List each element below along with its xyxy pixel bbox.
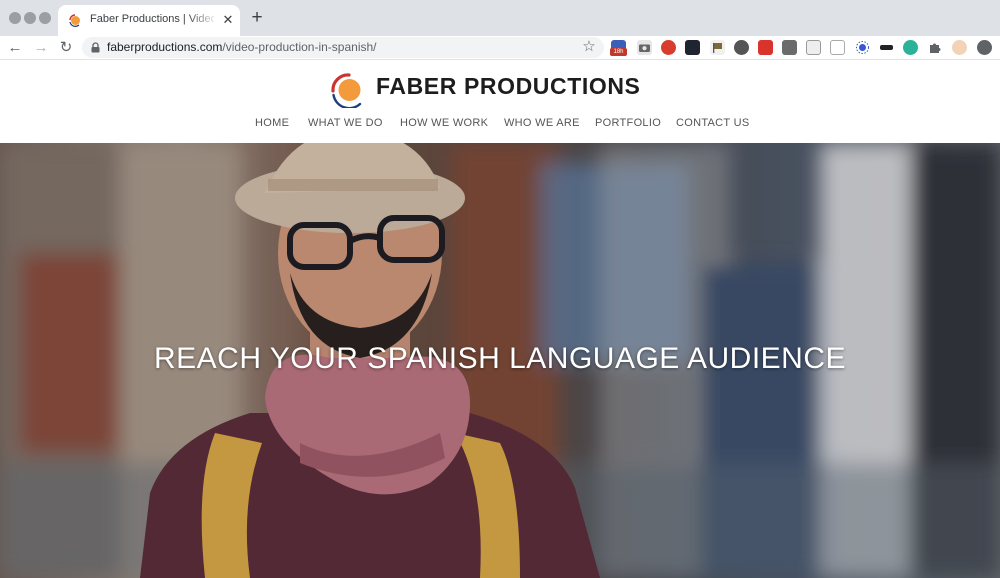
address-bar[interactable]: faberproductions.com/video-production-in… [82,37,604,58]
window-close-button[interactable] [9,12,21,24]
camera-icon [639,44,650,52]
site-logo-text[interactable]: FABER PRODUCTIONS [376,73,641,100]
browser-toolbar: ← → ↻ faberproductions.com/video-product… [0,36,1000,60]
browser-tab-active[interactable]: Faber Productions | Video Production in … [58,5,240,36]
nav-item-who-we-are[interactable]: WHO WE ARE [504,117,580,129]
nav-item-what-we-do[interactable]: WHAT WE DO [308,117,383,129]
nav-item-portfolio[interactable]: PORTFOLIO [595,117,661,129]
hero-heading: REACH YOUR SPANISH LANGUAGE AUDIENCE [153,342,847,375]
calendar-grid-extension-icon[interactable] [806,40,821,55]
flag-extension-icon[interactable] [710,40,725,55]
forward-arrow-icon[interactable]: → [31,38,51,58]
blank-extension-icon[interactable] [830,40,845,55]
nav-item-contact-us[interactable]: CONTACT US [676,117,750,129]
url-domain: faberproductions.com [107,40,223,54]
url-text[interactable]: faberproductions.com/video-production-in… [107,40,377,54]
circle-extension-icon[interactable] [734,40,749,55]
window-zoom-button[interactable] [39,12,51,24]
bookmark-star-icon[interactable]: ☆ [580,38,598,56]
site-favicon-icon [69,14,80,27]
hero-banner: REACH YOUR SPANISH LANGUAGE AUDIENCE [0,143,1000,578]
nav-item-home[interactable]: HOME [255,117,289,129]
faber-logo-icon[interactable] [329,70,367,108]
calendar-extension-icon[interactable]: 18h [610,40,627,56]
w-extension-icon[interactable] [685,40,700,55]
a-extension-icon[interactable] [903,40,918,55]
window-minimize-button[interactable] [24,12,36,24]
nav-item-how-we-work[interactable]: HOW WE WORK [400,117,488,129]
camera-extension-icon[interactable] [637,40,652,55]
main-navigation: HOME WHAT WE DO HOW WE WORK WHO WE ARE P… [0,117,1000,133]
grammar-extension-icon[interactable] [782,40,797,55]
reload-icon[interactable]: ↻ [56,38,76,58]
tab-title-fade [188,11,218,29]
mask-extension-icon[interactable] [879,40,894,55]
puzzle-extension-icon[interactable] [928,40,943,55]
new-tab-icon[interactable]: + [248,8,266,27]
adblock-extension-icon[interactable] [661,40,676,55]
red-g-extension-icon[interactable] [758,40,773,55]
extension-badge: 18h [610,48,627,56]
browser-tab-strip: Faber Productions | Video Production in … [0,0,1000,36]
sun-extension-icon[interactable] [855,40,870,55]
lock-icon [91,42,100,53]
back-arrow-icon[interactable]: ← [5,38,25,58]
tab-close-icon[interactable]: ✕ [220,12,236,28]
puzzle-icon [930,43,941,53]
update-arrow-icon[interactable] [977,40,992,55]
sun-icon [856,41,869,54]
url-path: /video-production-in-spanish/ [222,40,377,54]
site-header: FABER PRODUCTIONS HOME WHAT WE DO HOW WE… [0,60,1000,143]
mask-icon [880,45,893,50]
avatar[interactable] [952,40,967,55]
flag-icon [713,43,722,53]
